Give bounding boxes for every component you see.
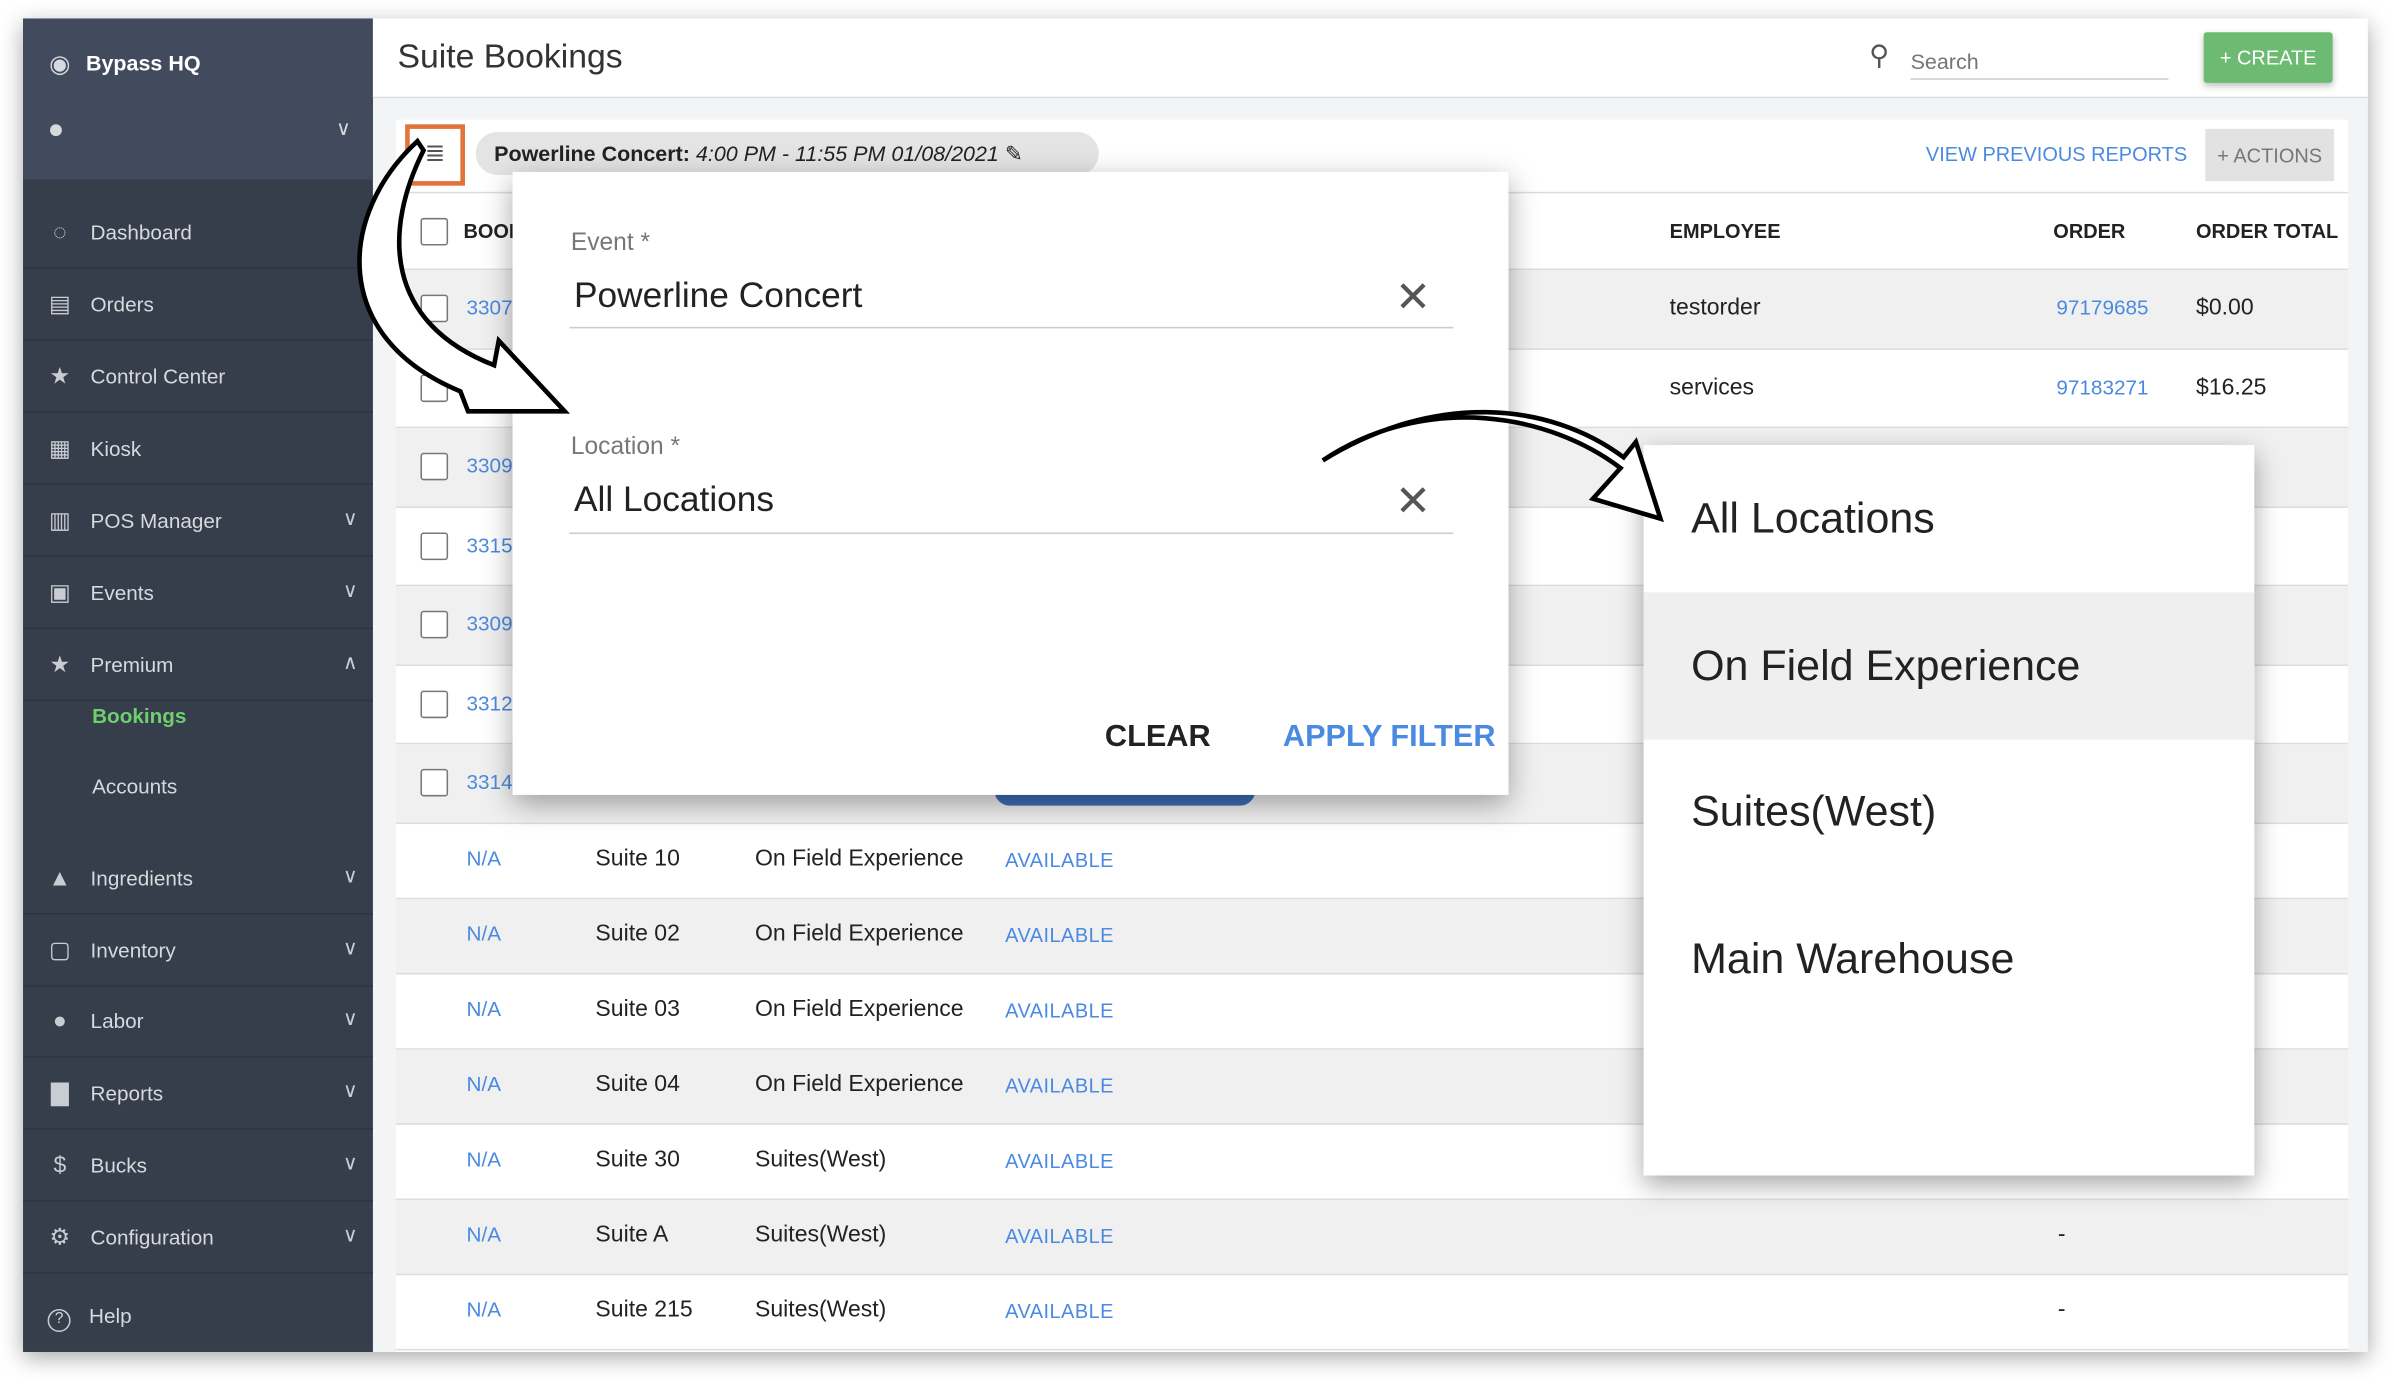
arrow-filter-to-dialog (357, 137, 571, 414)
arrow-location-to-dropdown (1321, 409, 1664, 523)
annotation-arrows (357, 137, 1664, 523)
